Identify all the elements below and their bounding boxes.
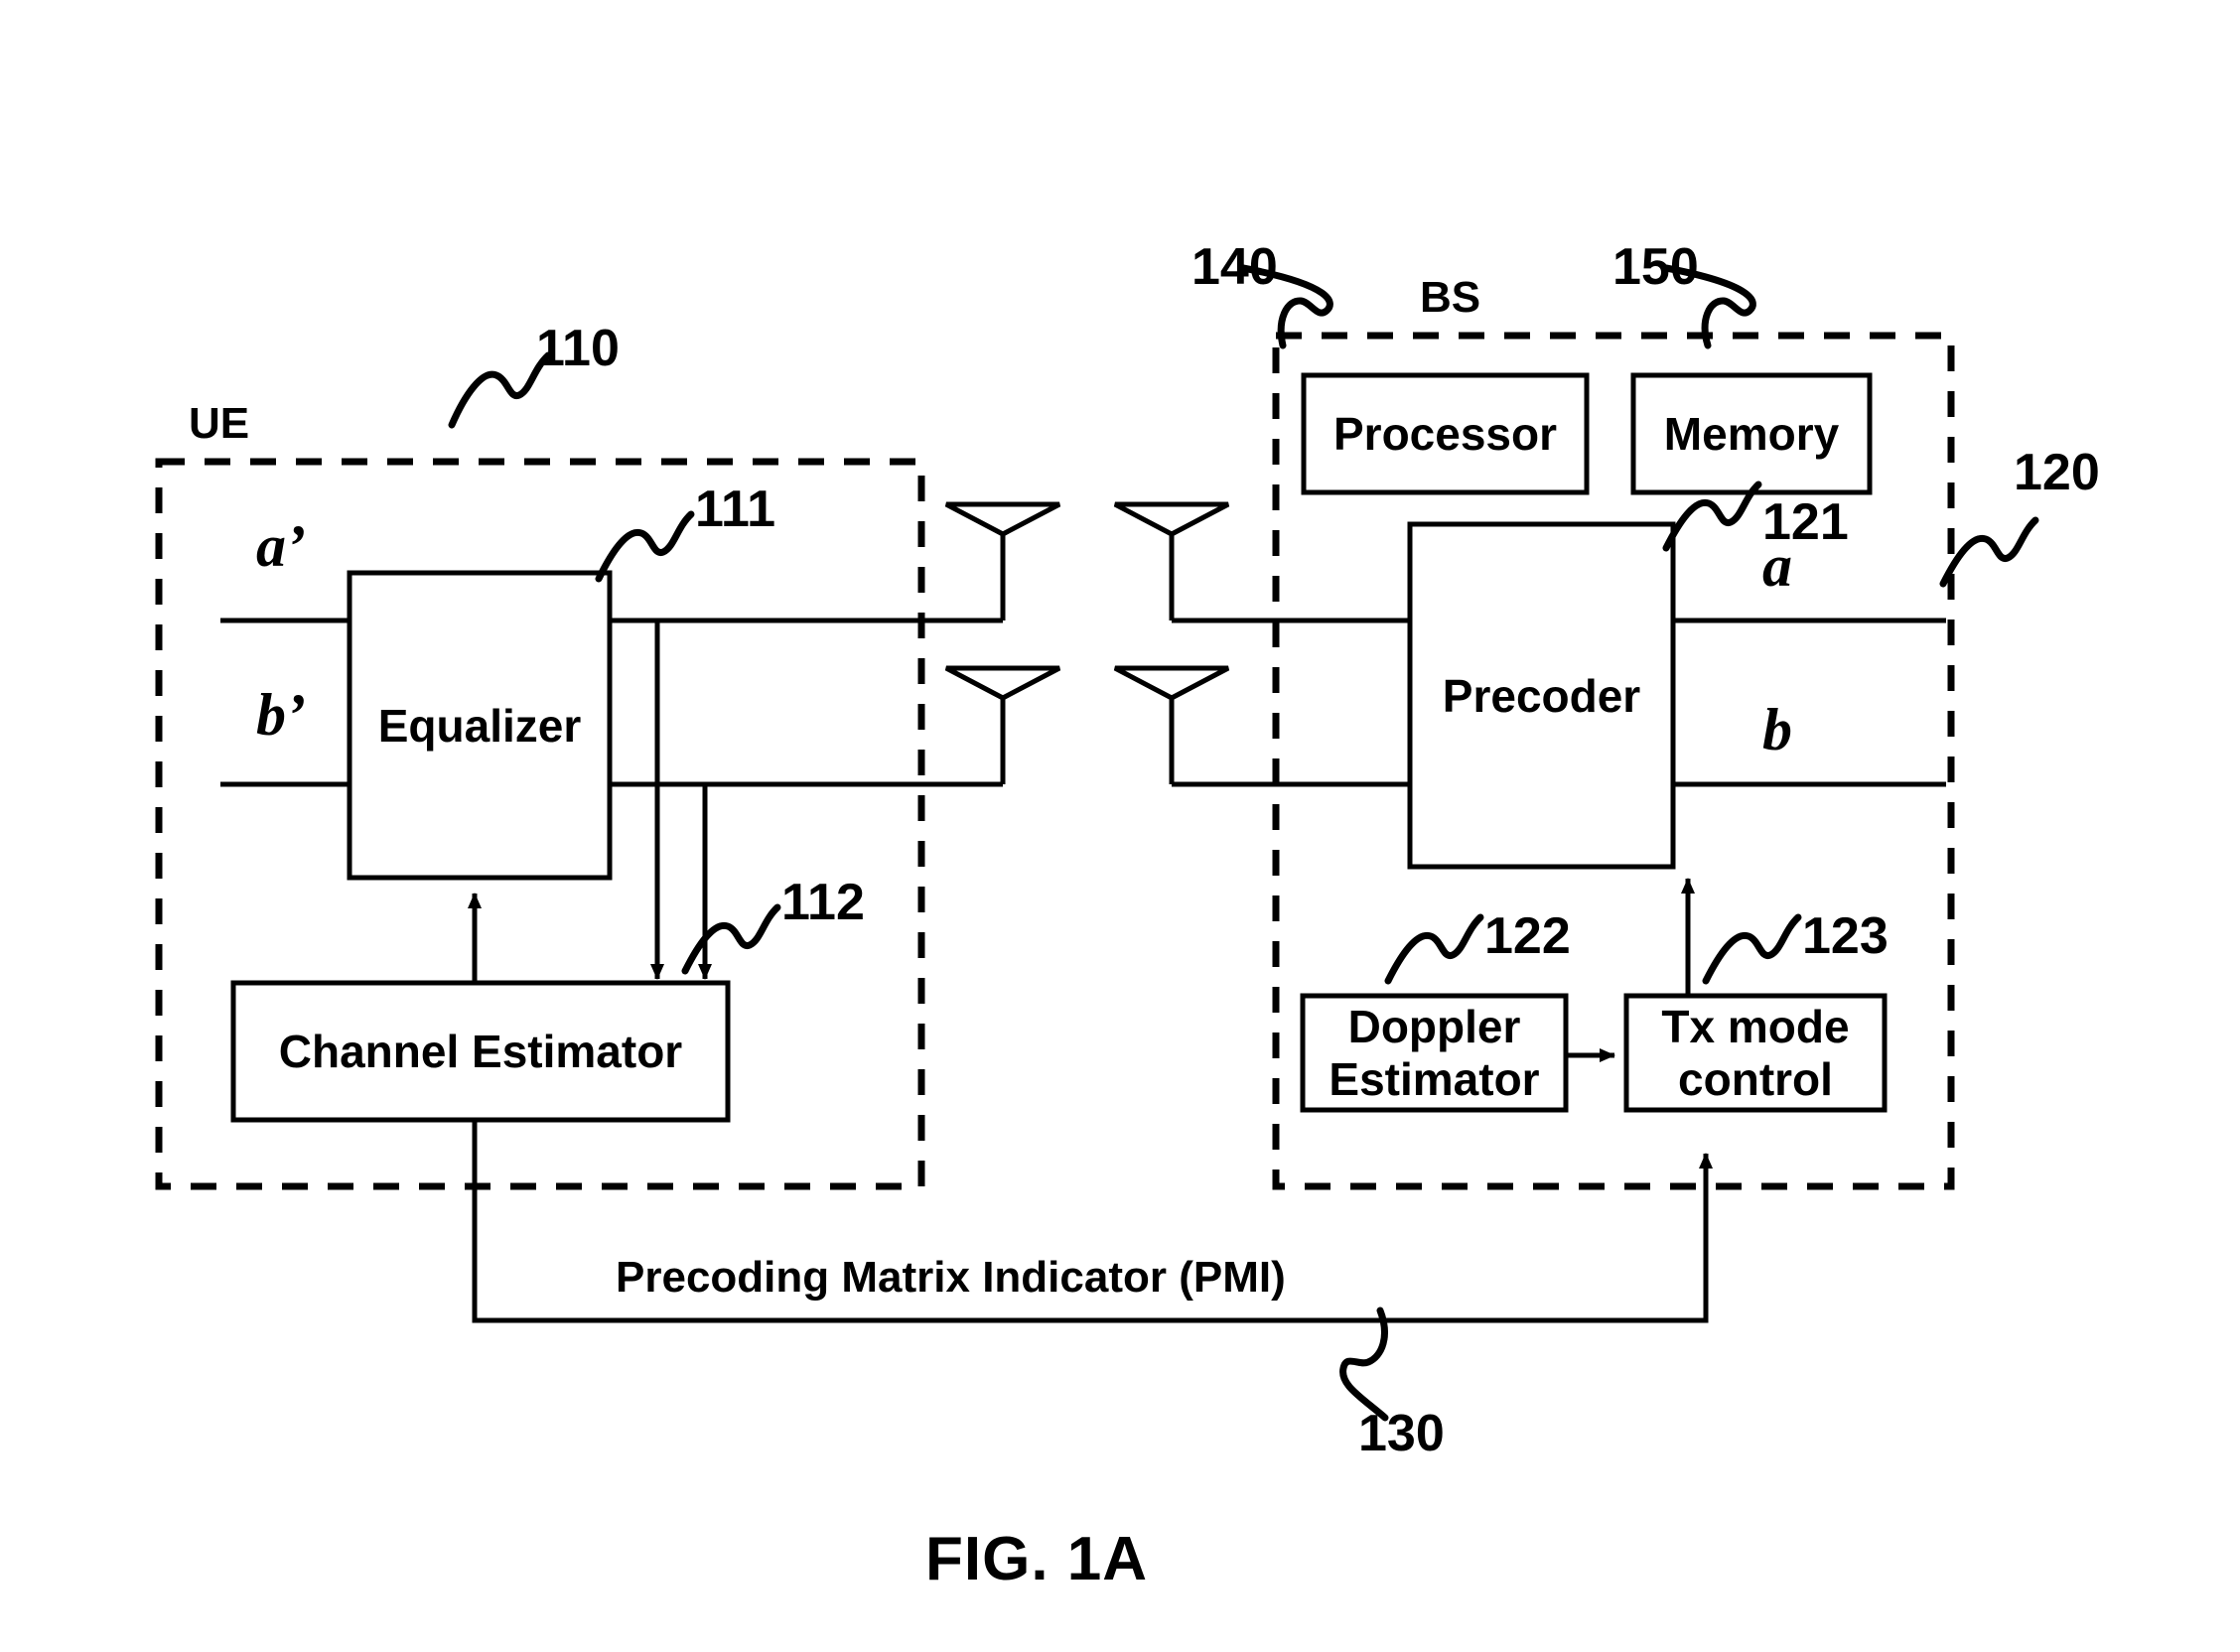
lead-line-111 bbox=[595, 510, 695, 583]
bs-enclosure-tag: BS bbox=[1420, 273, 1481, 322]
signal-a-prime: a’ bbox=[256, 513, 306, 579]
equalizer-block-label: Equalizer bbox=[377, 699, 582, 752]
ue-antenna-2-triangle bbox=[944, 665, 1061, 701]
ue-antenna-1-triangle bbox=[944, 501, 1061, 537]
processor-block-label: Processor bbox=[1332, 408, 1557, 460]
ref-120: 120 bbox=[2014, 444, 2100, 501]
figure-caption: FIG. 1A bbox=[925, 1525, 1149, 1593]
ref-123: 123 bbox=[1802, 907, 1889, 965]
channel-estimator-block-label: Channel Estimator bbox=[278, 1026, 683, 1077]
lead-line-130 bbox=[1339, 1307, 1389, 1422]
tx-mode-control-label-line-1: Tx mode bbox=[1661, 1001, 1850, 1053]
signal-b: b bbox=[1762, 697, 1792, 762]
ref-112: 112 bbox=[781, 874, 865, 931]
ref-110: 110 bbox=[536, 320, 620, 377]
ref-122: 122 bbox=[1484, 907, 1571, 965]
lead-line-110 bbox=[448, 351, 552, 429]
ref-130: 130 bbox=[1358, 1405, 1445, 1462]
ref-150: 150 bbox=[1612, 238, 1699, 296]
pmi-feedback-label: Precoding Matrix Indicator (PMI) bbox=[616, 1253, 1286, 1302]
ue-enclosure-tag: UE bbox=[189, 399, 250, 448]
doppler-estimator-label-line-2: Estimator bbox=[1329, 1052, 1540, 1105]
bs-antenna-2-triangle bbox=[1113, 665, 1230, 701]
signal-b-prime: b’ bbox=[256, 682, 306, 748]
ref-140: 140 bbox=[1191, 238, 1278, 296]
precoder-block-label: Precoder bbox=[1442, 669, 1641, 722]
tx-mode-control-block-label: Tx mode control bbox=[1626, 996, 1885, 1110]
doppler-estimator-label-line-1: Doppler bbox=[1347, 1001, 1521, 1053]
lead-line-112 bbox=[681, 903, 781, 975]
memory-block-label: Memory bbox=[1663, 408, 1840, 460]
doppler-estimator-block-label: Doppler Estimator bbox=[1303, 996, 1566, 1110]
figure-canvas: UE 110 BS 120 a’ b’ a b Equalizer 111 Ch… bbox=[0, 0, 2240, 1652]
lead-line-123 bbox=[1702, 913, 1802, 985]
lead-line-122 bbox=[1384, 913, 1484, 985]
ref-121: 121 bbox=[1762, 493, 1849, 551]
tx-mode-control-label-line-2: control bbox=[1678, 1052, 1833, 1105]
lead-line-120 bbox=[1939, 516, 2039, 588]
diagram-vector-layer bbox=[155, 264, 2039, 1422]
bs-antenna-1-triangle bbox=[1113, 501, 1230, 537]
ref-111: 111 bbox=[695, 481, 776, 538]
